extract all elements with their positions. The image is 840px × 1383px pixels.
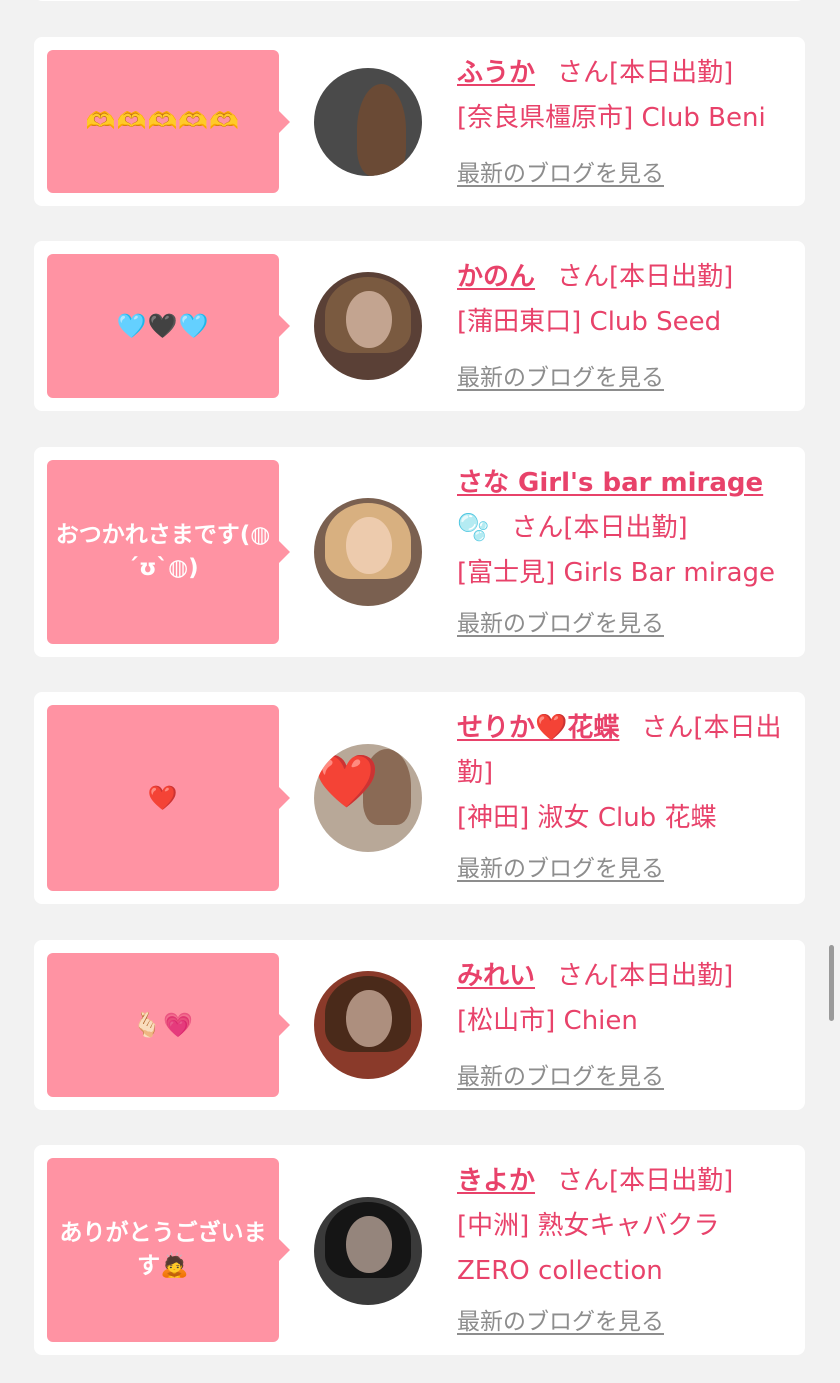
message-text: 🩵🖤🩵 xyxy=(116,311,210,340)
latest-blog-link[interactable]: 最新のブログを見る xyxy=(457,356,787,401)
message-bubble: 🫰🏻💗 xyxy=(47,953,290,1097)
cast-card: 🫶🫶🫶🫶🫶 ふうか さん[本日出勤] [奈良県橿原市] Club Beni 最新の… xyxy=(34,37,805,206)
message-bubble: ありがとうございます🙇 xyxy=(47,1158,290,1342)
message-text: おつかれさまです(◍´ʊ`◍) xyxy=(55,522,271,581)
latest-blog-link[interactable]: 最新のブログを見る xyxy=(457,847,787,892)
latest-blog-link[interactable]: 最新のブログを見る xyxy=(457,152,787,197)
shop-text: [中洲] 熟女キャバクラ ZERO collection xyxy=(457,1211,720,1286)
cast-name-link[interactable]: ふうか xyxy=(457,58,535,88)
shop-text: [奈良県橿原市] Club Beni xyxy=(457,103,766,133)
cast-name-link[interactable]: せりか❤️花蝶 xyxy=(457,713,619,743)
shop-text: [蒲田東口] Club Seed xyxy=(457,307,722,337)
cast-name-link[interactable]: かのん xyxy=(457,262,535,292)
avatar[interactable] xyxy=(314,1197,422,1305)
status-text: さん[本日出勤] xyxy=(557,58,734,88)
cast-info: さな Girl's bar mirage 🫧 さん[本日出勤] [富士見] Gir… xyxy=(457,461,787,647)
message-bubble: ❤️ xyxy=(47,705,290,891)
avatar[interactable] xyxy=(314,498,422,606)
avatar[interactable] xyxy=(314,68,422,176)
avatar[interactable] xyxy=(314,971,422,1079)
cast-info: ふうか さん[本日出勤] [奈良県橿原市] Club Beni 最新のブログを見る xyxy=(457,51,787,197)
cast-card: 🩵🖤🩵 かのん さん[本日出勤] [蒲田東口] Club Seed 最新のブログを… xyxy=(34,241,805,411)
message-bubble: 🩵🖤🩵 xyxy=(47,254,290,398)
avatar-face xyxy=(346,517,392,574)
status-text: さん[本日出勤] xyxy=(511,513,688,543)
cast-card: ありがとうございます🙇 きよか さん[本日出勤] [中洲] 熟女キャバクラ ZER… xyxy=(34,1145,805,1355)
shop-text: [富士見] Girls Bar mirage xyxy=(457,558,776,588)
latest-blog-link[interactable]: 最新のブログを見る xyxy=(457,1055,787,1100)
avatar[interactable]: ❤️ xyxy=(314,744,422,852)
shop-text: [神田] 淑女 Club 花蝶 xyxy=(457,803,717,833)
cast-card: おつかれさまです(◍´ʊ`◍) さな Girl's bar mirage 🫧 さん… xyxy=(34,447,805,657)
message-text: ありがとうございます🙇 xyxy=(59,1220,267,1279)
status-text: さん[本日出勤] xyxy=(557,961,734,991)
avatar-face xyxy=(346,1216,392,1273)
cast-name-link[interactable]: きよか xyxy=(457,1166,535,1196)
status-text: さん[本日出勤] xyxy=(557,1166,734,1196)
cast-name-link[interactable]: みれい xyxy=(457,961,535,991)
shop-text: [松山市] Chien xyxy=(457,1006,638,1036)
bubbles-icon: 🫧 xyxy=(457,513,490,543)
latest-blog-link[interactable]: 最新のブログを見る xyxy=(457,602,787,647)
heart-sticker-icon: ❤️ xyxy=(314,752,379,812)
message-bubble: おつかれさまです(◍´ʊ`◍) xyxy=(47,460,290,644)
cast-name-link[interactable]: さな Girl's bar mirage xyxy=(457,468,763,498)
message-text: ❤️ xyxy=(147,783,179,812)
cast-info: かのん さん[本日出勤] [蒲田東口] Club Seed 最新のブログを見る xyxy=(457,255,787,401)
cast-card: ❤️ ❤️ せりか❤️花蝶 さん[本日出勤] [神田] 淑女 Club 花蝶 最新… xyxy=(34,692,805,904)
cast-info: きよか さん[本日出勤] [中洲] 熟女キャバクラ ZERO collection… xyxy=(457,1159,787,1345)
avatar-face xyxy=(346,990,392,1047)
avatar[interactable] xyxy=(314,272,422,380)
cast-info: せりか❤️花蝶 さん[本日出勤] [神田] 淑女 Club 花蝶 最新のブログを見… xyxy=(457,706,787,892)
cast-info: みれい さん[本日出勤] [松山市] Chien 最新のブログを見る xyxy=(457,954,787,1100)
cast-card: 🫰🏻💗 みれい さん[本日出勤] [松山市] Chien 最新のブログを見る xyxy=(34,940,805,1110)
message-text: 🫶🫶🫶🫶🫶 xyxy=(85,107,241,135)
scrollbar[interactable] xyxy=(829,945,834,1021)
message-text: 🫰🏻💗 xyxy=(132,1010,194,1039)
message-bubble: 🫶🫶🫶🫶🫶 xyxy=(47,50,290,193)
avatar-hair xyxy=(357,84,406,176)
previous-card-edge xyxy=(34,0,805,1)
avatar-face xyxy=(346,291,392,348)
latest-blog-link[interactable]: 最新のブログを見る xyxy=(457,1300,787,1345)
status-text: さん[本日出勤] xyxy=(557,262,734,292)
